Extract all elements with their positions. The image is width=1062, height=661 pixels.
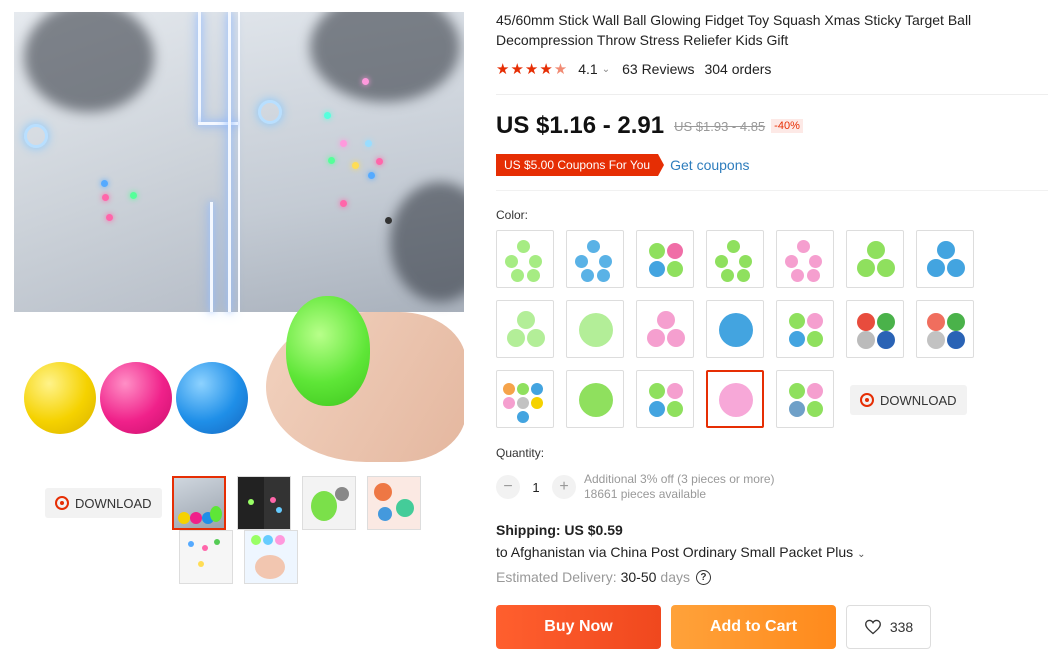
color-swatch[interactable] <box>846 230 904 288</box>
shipping-destination-text: to Afghanistan via China Post Ordinary S… <box>496 544 854 560</box>
increase-button[interactable]: + <box>552 475 576 499</box>
price: US $1.16 - 2.91 <box>496 112 665 139</box>
quantity-input[interactable]: 1 <box>520 480 552 495</box>
get-coupons-link[interactable]: Get coupons <box>670 157 749 173</box>
color-swatch[interactable] <box>776 370 834 428</box>
estimated-delivery: Estimated Delivery: 30-50 days ? <box>496 569 711 585</box>
rating-row: ★★★★★ 4.1 ⌄ 63 Reviews 304 orders <box>496 60 771 78</box>
discount-badge: -40% <box>771 119 803 133</box>
product-title: 45/60mm Stick Wall Ball Glowing Fidget T… <box>496 12 972 48</box>
wishlist-count: 338 <box>889 619 914 635</box>
wishlist-button[interactable]: 338 <box>846 605 931 649</box>
help-icon[interactable]: ? <box>695 569 711 585</box>
shipping-price: Shipping: US $0.59 <box>496 522 623 538</box>
add-to-cart-button[interactable]: Add to Cart <box>671 605 836 649</box>
delivery-label: Estimated Delivery: <box>496 569 617 585</box>
color-label: Color: <box>496 208 529 222</box>
chevron-down-icon: ⌄ <box>857 549 866 560</box>
buy-now-button[interactable]: Buy Now <box>496 605 661 649</box>
color-swatch[interactable] <box>776 230 834 288</box>
yellow-ball <box>24 362 96 434</box>
color-swatch[interactable] <box>846 300 904 358</box>
download-icon <box>55 496 69 510</box>
main-product-image[interactable] <box>14 12 464 462</box>
pink-ball <box>100 362 172 434</box>
color-swatch[interactable] <box>636 370 694 428</box>
delivery-unit: days <box>660 569 690 585</box>
color-swatch[interactable] <box>636 300 694 358</box>
thumbnail-5[interactable] <box>179 530 233 584</box>
ceiling-photo-left <box>14 12 238 312</box>
thumbnail-1[interactable] <box>172 476 226 530</box>
orders-count: 304 orders <box>704 61 772 77</box>
coupon-badge[interactable]: US $5.00 Coupons For You <box>496 154 665 176</box>
color-swatch[interactable] <box>496 300 554 358</box>
download-button[interactable]: DOWNLOAD <box>45 488 162 518</box>
download-label: DOWNLOAD <box>75 495 152 511</box>
bulk-discount-text: Additional 3% off (3 pieces or more) <box>584 472 775 486</box>
color-swatch[interactable] <box>706 230 764 288</box>
color-swatch[interactable] <box>566 370 624 428</box>
quantity-info: Additional 3% off (3 pieces or more) 186… <box>584 472 775 502</box>
ceiling-photo-right <box>228 12 464 312</box>
color-swatch[interactable] <box>566 230 624 288</box>
color-swatch[interactable] <box>636 230 694 288</box>
download-icon <box>860 393 874 407</box>
quantity-label: Quantity: <box>496 446 545 460</box>
color-swatch[interactable] <box>916 300 974 358</box>
download-label: DOWNLOAD <box>880 392 957 408</box>
color-swatch[interactable] <box>496 230 554 288</box>
color-swatch[interactable] <box>776 300 834 358</box>
quantity-stepper: − 1 + Additional 3% off (3 pieces or mor… <box>496 472 775 502</box>
color-swatch-selected[interactable] <box>706 370 764 428</box>
thumbnail-2[interactable] <box>237 476 291 530</box>
shipping-destination[interactable]: to Afghanistan via China Post Ordinary S… <box>496 544 865 560</box>
thumbnail-6[interactable] <box>244 530 298 584</box>
reviews-link[interactable]: 63 Reviews <box>622 61 694 77</box>
blue-ball <box>176 362 248 434</box>
divider <box>496 94 1048 95</box>
green-ball <box>286 296 370 406</box>
color-swatch[interactable] <box>916 230 974 288</box>
color-swatch[interactable] <box>706 300 764 358</box>
coupon-row: US $5.00 Coupons For You Get coupons <box>496 154 750 176</box>
delivery-value: 30-50 <box>620 569 657 585</box>
thumbnail-3[interactable] <box>302 476 356 530</box>
decrease-button[interactable]: − <box>496 475 520 499</box>
heart-icon <box>864 619 881 635</box>
color-swatch[interactable] <box>566 300 624 358</box>
rating-value[interactable]: 4.1 <box>578 61 597 77</box>
download-button-options[interactable]: DOWNLOAD <box>850 385 967 415</box>
rating-stars-icon: ★★★★★ <box>496 61 569 78</box>
divider <box>496 190 1048 191</box>
thumbnail-4[interactable] <box>367 476 421 530</box>
chevron-down-icon[interactable]: ⌄ <box>602 64 610 75</box>
stock-text: 18661 pieces available <box>584 487 707 501</box>
original-price: US $1.93 - 4.85 <box>674 118 766 134</box>
color-swatch[interactable] <box>496 370 554 428</box>
price-row: US $1.16 - 2.91 US $1.93 - 4.85 -40% <box>496 112 803 140</box>
